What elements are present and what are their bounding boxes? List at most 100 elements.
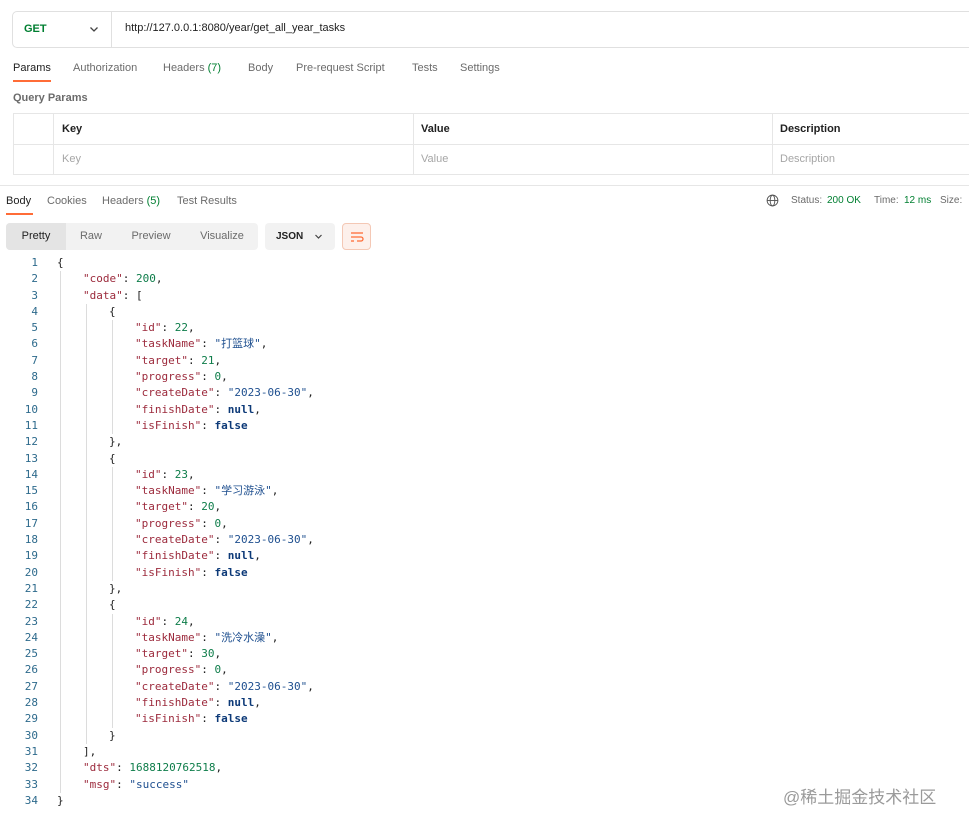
line-number: 13 bbox=[24, 451, 38, 465]
line-number: 27 bbox=[24, 679, 38, 693]
code-line: 2 "code": 200, bbox=[0, 271, 969, 287]
line-number: 32 bbox=[24, 761, 38, 775]
view-mode-group: Pretty Raw Preview Visualize bbox=[6, 223, 258, 250]
code-text: }, bbox=[109, 435, 123, 449]
globe-icon[interactable] bbox=[766, 194, 779, 207]
line-number: 29 bbox=[24, 712, 38, 726]
line-number: 18 bbox=[24, 533, 38, 547]
code-line: 13 { bbox=[0, 451, 969, 467]
time-label: Time: bbox=[874, 195, 899, 206]
code-line: 25 "target": 30, bbox=[0, 646, 969, 662]
tab-body[interactable]: Body bbox=[248, 62, 273, 74]
line-number: 26 bbox=[24, 663, 38, 677]
line-number: 34 bbox=[24, 793, 38, 807]
line-number: 22 bbox=[24, 598, 38, 612]
tab-response-body[interactable]: Body bbox=[6, 195, 31, 207]
description-input[interactable]: Description bbox=[780, 153, 835, 165]
line-number: 3 bbox=[31, 288, 38, 302]
size-label: Size: bbox=[940, 195, 963, 206]
code-line: 7 "target": 21, bbox=[0, 353, 969, 369]
active-tab-indicator bbox=[13, 80, 51, 82]
code-line: 20 "isFinish": false bbox=[0, 565, 969, 581]
line-number: 11 bbox=[24, 418, 38, 432]
line-number: 14 bbox=[24, 467, 38, 481]
code-text: "taskName": "洗冷水澡", bbox=[135, 630, 279, 644]
line-number: 7 bbox=[31, 353, 38, 367]
code-text: "progress": 0, bbox=[135, 516, 228, 530]
status-label: Status: bbox=[791, 195, 823, 206]
tab-settings[interactable]: Settings bbox=[460, 62, 500, 74]
code-line: 11 "isFinish": false bbox=[0, 418, 969, 434]
wrap-lines-button[interactable] bbox=[342, 223, 371, 250]
table-header-row: Key Value Description bbox=[13, 114, 969, 145]
code-line: 29 "isFinish": false bbox=[0, 711, 969, 727]
response-headers-count: (5) bbox=[146, 195, 161, 207]
code-text: "isFinish": false bbox=[135, 565, 248, 579]
code-text: "progress": 0, bbox=[135, 663, 228, 677]
line-number: 30 bbox=[24, 728, 38, 742]
watermark: @稀土掘金技术社区 bbox=[783, 788, 937, 807]
active-response-tab-indicator bbox=[6, 213, 33, 215]
code-line: 24 "taskName": "洗冷水澡", bbox=[0, 630, 969, 646]
code-text: { bbox=[57, 256, 64, 269]
code-text: "code": 200, bbox=[83, 272, 163, 286]
code-line: 6 "taskName": "打篮球", bbox=[0, 336, 969, 352]
code-line: 1{ bbox=[0, 255, 969, 271]
method-select[interactable]: GET bbox=[13, 12, 112, 47]
code-text: "data": [ bbox=[83, 288, 143, 302]
tab-params[interactable]: Params bbox=[13, 62, 51, 74]
tab-test-results[interactable]: Test Results bbox=[177, 195, 237, 207]
code-line: 3 "data": [ bbox=[0, 288, 969, 304]
line-number: 8 bbox=[31, 370, 38, 384]
code-line: 23 "id": 24, bbox=[0, 614, 969, 630]
column-value: Value bbox=[421, 123, 450, 135]
line-number: 5 bbox=[31, 321, 38, 335]
tab-authorization[interactable]: Authorization bbox=[73, 62, 137, 74]
tab-response-headers[interactable]: Headers (5) bbox=[102, 195, 160, 207]
line-number: 24 bbox=[24, 630, 38, 644]
status-value[interactable]: 200 OK bbox=[827, 195, 861, 206]
code-text: "createDate": "2023-06-30", bbox=[135, 679, 314, 693]
code-text: "dts": 1688120762518, bbox=[83, 761, 223, 775]
tab-tests[interactable]: Tests bbox=[412, 62, 438, 74]
format-label: JSON bbox=[276, 231, 304, 242]
url-input[interactable]: http://127.0.0.1:8080/year/get_all_year_… bbox=[125, 22, 345, 34]
code-line: 28 "finishDate": null, bbox=[0, 695, 969, 711]
code-text: "finishDate": null, bbox=[135, 402, 261, 416]
time-value[interactable]: 12 ms bbox=[904, 195, 931, 206]
code-text: } bbox=[109, 728, 116, 742]
code-text: "msg": "success" bbox=[83, 777, 189, 791]
code-text: "target": 30, bbox=[135, 647, 222, 661]
response-body-code[interactable]: 1{2 "code": 200, 3 "data": [ 4{5 "id": 22, 6 "t… bbox=[0, 255, 969, 809]
code-text: "id": 22, bbox=[135, 321, 195, 335]
code-text: { bbox=[109, 598, 116, 612]
key-input[interactable]: Key bbox=[62, 153, 81, 165]
value-input[interactable]: Value bbox=[421, 153, 448, 165]
format-select[interactable]: JSON bbox=[265, 223, 335, 250]
visualize-button[interactable]: Visualize bbox=[192, 223, 252, 250]
code-line: 4{ bbox=[0, 304, 969, 320]
code-text: "finishDate": null, bbox=[135, 696, 261, 710]
code-text: "target": 20, bbox=[135, 500, 222, 514]
tab-cookies[interactable]: Cookies bbox=[47, 195, 87, 207]
code-line: 9 "createDate": "2023-06-30", bbox=[0, 385, 969, 401]
table-border bbox=[13, 114, 14, 174]
tab-headers[interactable]: Headers (7) bbox=[163, 62, 221, 74]
section-divider bbox=[0, 185, 969, 186]
indent-guide bbox=[60, 271, 61, 793]
preview-button[interactable]: Preview bbox=[122, 223, 180, 250]
code-text: "isFinish": false bbox=[135, 418, 248, 432]
tab-pre-request-script[interactable]: Pre-request Script bbox=[296, 62, 385, 74]
table-border bbox=[53, 114, 54, 174]
code-line: 21}, bbox=[0, 581, 969, 597]
column-description: Description bbox=[780, 123, 841, 135]
indent-guide bbox=[86, 303, 87, 744]
chevron-down-icon bbox=[315, 234, 322, 239]
line-number: 10 bbox=[24, 402, 38, 416]
line-number: 23 bbox=[24, 614, 38, 628]
tab-response-headers-label: Headers bbox=[102, 195, 144, 207]
wrap-lines-icon bbox=[351, 232, 364, 242]
pretty-button[interactable]: Pretty bbox=[6, 223, 66, 250]
code-line: 18 "createDate": "2023-06-30", bbox=[0, 532, 969, 548]
raw-button[interactable]: Raw bbox=[70, 223, 112, 250]
